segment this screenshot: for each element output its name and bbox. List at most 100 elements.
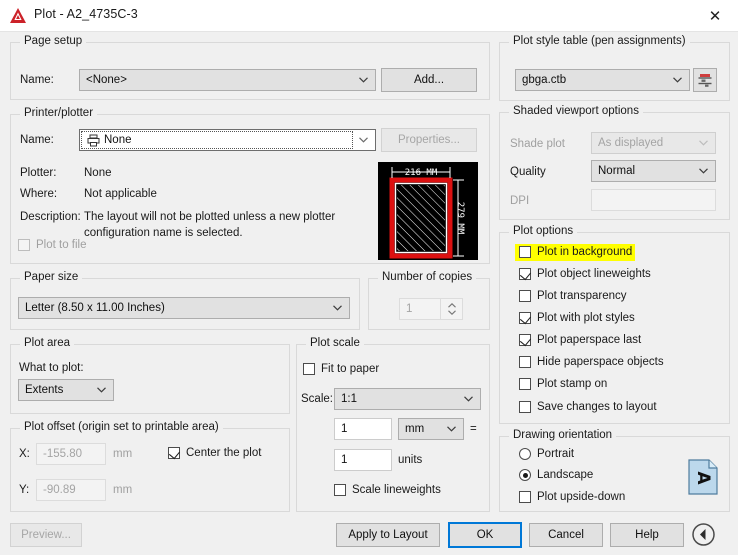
chevron-down-icon	[333, 305, 342, 311]
drawing-orientation-legend: Drawing orientation	[509, 429, 617, 441]
shade-plot-label: Shade plot	[510, 138, 565, 150]
checkbox-box	[519, 378, 531, 390]
check-icon	[519, 334, 532, 347]
scale-units-label: units	[398, 454, 423, 466]
check-icon	[168, 447, 181, 460]
plot-style-editor-icon	[697, 72, 713, 88]
shade-plot-combo[interactable]: As displayed	[591, 132, 716, 154]
checkbox-box	[519, 356, 531, 368]
radio-circle	[519, 448, 531, 460]
plot-option-plot-paperspace-last[interactable]: Plot paperspace last	[519, 334, 642, 347]
plotter-value: None	[84, 167, 112, 179]
scale-lineweights-checkbox[interactable]: Scale lineweights	[334, 484, 441, 496]
plot-option-plot-stamp-on[interactable]: Plot stamp on	[519, 378, 607, 390]
svg-text:216 MM: 216 MM	[405, 168, 438, 178]
what-to-plot-combo[interactable]: Extents	[18, 379, 114, 401]
check-icon	[519, 312, 532, 325]
chevron-down-icon	[699, 168, 708, 174]
plot-option-label: Plot object lineweights	[537, 268, 651, 280]
scale-numerator-input[interactable]: 1	[334, 418, 392, 440]
plot-option-plot-object-lineweights[interactable]: Plot object lineweights	[519, 268, 651, 281]
paper-size-combo[interactable]: Letter (8.50 x 11.00 Inches)	[18, 297, 350, 319]
quality-label: Quality	[510, 166, 546, 178]
scale-value: 1:1	[341, 393, 357, 405]
center-the-plot-checkbox[interactable]: Center the plot	[168, 447, 261, 460]
offset-x-value: -155.80	[43, 448, 83, 460]
plot-option-plot-transparency[interactable]: Plot transparency	[519, 290, 627, 302]
plot-to-file-label: Plot to file	[36, 239, 87, 251]
orientation-landscape-radio[interactable]: Landscape	[519, 469, 593, 481]
dpi-label: DPI	[510, 195, 530, 207]
offset-x-input[interactable]: -155.80	[36, 443, 106, 465]
offset-x-unit: mm	[113, 448, 133, 460]
plot-option-label: Plot paperspace last	[537, 334, 642, 346]
what-to-plot-value: Extents	[25, 384, 64, 396]
radio-circle	[519, 469, 531, 481]
plot-style-editor-button[interactable]	[693, 68, 717, 92]
where-label: Where:	[20, 188, 58, 200]
plot-upside-down-label: Plot upside-down	[537, 491, 626, 503]
page-setup-legend: Page setup	[20, 35, 87, 47]
plot-option-save-changes-to-layout[interactable]: Save changes to layout	[519, 401, 657, 413]
printer-properties-button[interactable]: Properties...	[381, 128, 477, 152]
description-value-line2: configuration name is selected.	[84, 227, 243, 239]
plot-to-file-checkbox[interactable]: Plot to file	[18, 239, 87, 251]
scale-numerator-value: 1	[341, 423, 348, 435]
checkbox-box	[519, 268, 532, 281]
chevron-down-icon	[97, 387, 106, 393]
paper-preview-thumbnail: 216 MM 279 MM	[378, 162, 478, 260]
printer-name-combo[interactable]: None	[79, 129, 376, 151]
description-label: Description:	[20, 211, 81, 223]
add-page-setup-button[interactable]: Add...	[381, 68, 477, 92]
apply-to-layout-button[interactable]: Apply to Layout	[336, 523, 440, 547]
quality-combo[interactable]: Normal	[591, 160, 716, 182]
copies-legend: Number of copies	[378, 271, 477, 283]
page-setup-name-combo[interactable]: <None>	[79, 69, 376, 91]
plot-style-table-legend: Plot style table (pen assignments)	[509, 35, 690, 47]
plot-option-hide-paperspace-objects[interactable]: Hide paperspace objects	[519, 356, 664, 368]
copies-stepper[interactable]	[441, 298, 463, 320]
preview-button[interactable]: Preview...	[10, 523, 82, 547]
offset-x-label: X:	[19, 448, 30, 460]
shade-plot-value: As displayed	[598, 137, 664, 149]
plot-option-plot-in-background[interactable]: Plot in background	[519, 246, 632, 258]
collapse-left-icon[interactable]	[691, 522, 716, 547]
dpi-input[interactable]	[591, 189, 716, 211]
ok-button[interactable]: OK	[448, 522, 522, 548]
scale-unit-combo[interactable]: mm	[398, 418, 464, 440]
copies-input[interactable]: 1	[399, 298, 441, 320]
title-bar: Plot - A2_4735C-3 ✕	[0, 0, 738, 32]
scale-combo[interactable]: 1:1	[334, 388, 481, 410]
scale-unit-value: mm	[405, 423, 425, 435]
orientation-portrait-radio[interactable]: Portrait	[519, 448, 574, 460]
stepper-up-icon[interactable]	[447, 303, 456, 308]
svg-text:279 MM: 279 MM	[455, 202, 465, 235]
checkbox-box	[519, 401, 531, 413]
printer-plotter-legend: Printer/plotter	[20, 107, 98, 119]
window-title: Plot - A2_4735C-3	[34, 7, 138, 21]
offset-y-label: Y:	[19, 484, 30, 496]
fit-to-paper-checkbox[interactable]: Fit to paper	[303, 363, 379, 375]
plot-option-plot-with-plot-styles[interactable]: Plot with plot styles	[519, 312, 635, 325]
plot-offset-legend: Plot offset (origin set to printable are…	[20, 421, 223, 433]
plot-upside-down-checkbox[interactable]: Plot upside-down	[519, 491, 625, 503]
paper-size-value: Letter (8.50 x 11.00 Inches)	[25, 302, 165, 314]
scale-denominator-value: 1	[341, 454, 348, 466]
stepper-down-icon[interactable]	[447, 310, 456, 315]
plot-option-label: Plot in background	[537, 246, 633, 258]
cancel-button[interactable]: Cancel	[529, 523, 603, 547]
plot-style-table-combo[interactable]: gbga.ctb	[515, 69, 690, 91]
plot-options-legend: Plot options	[509, 225, 578, 237]
help-button[interactable]: Help	[610, 523, 684, 547]
svg-text:A: A	[693, 471, 713, 485]
orientation-landscape-label: Landscape	[537, 469, 594, 481]
check-icon	[519, 268, 532, 281]
scale-denominator-input[interactable]: 1	[334, 449, 392, 471]
close-icon[interactable]: ✕	[692, 0, 738, 31]
offset-y-input[interactable]: -90.89	[36, 479, 106, 501]
offset-y-unit: mm	[113, 484, 133, 496]
printer-icon	[87, 134, 100, 147]
scale-equals-label: =	[470, 423, 477, 435]
description-value-line1: The layout will not be plotted unless a …	[84, 211, 336, 223]
plot-area-legend: Plot area	[20, 337, 75, 349]
